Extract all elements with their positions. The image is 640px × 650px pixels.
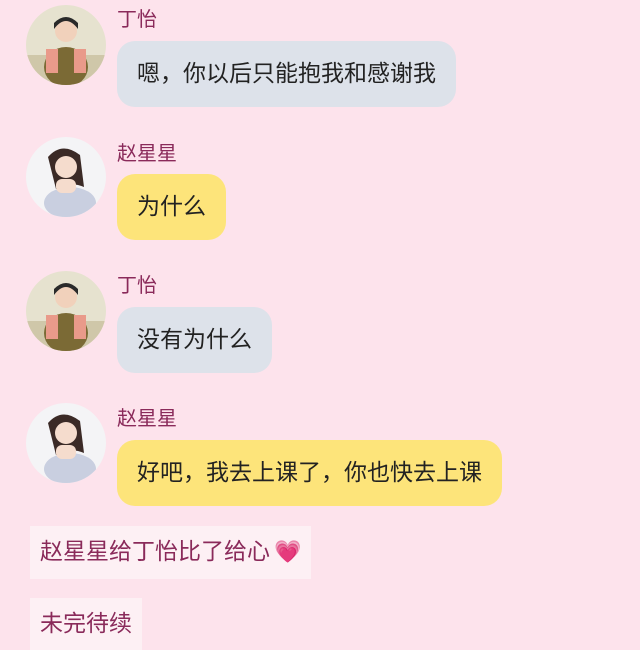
female-avatar-icon <box>26 403 106 483</box>
message-bubble[interactable]: 嗯，你以后只能抱我和感谢我 <box>117 41 456 107</box>
message-bubble[interactable]: 没有为什么 <box>117 307 272 373</box>
sender-name: 赵星星 <box>117 406 177 430</box>
avatar-zhaoxingxing[interactable] <box>26 137 106 217</box>
male-avatar-icon <box>26 271 106 351</box>
sender-name: 赵星星 <box>117 141 177 165</box>
avatar-dingyi[interactable] <box>26 271 106 351</box>
avatar-zhaoxingxing[interactable] <box>26 403 106 483</box>
message-bubble[interactable]: 为什么 <box>117 174 226 240</box>
chat-screen: { "messages": [ {"sender": "丁怡", "text":… <box>0 0 640 650</box>
female-avatar-icon <box>26 137 106 217</box>
male-avatar-icon <box>26 5 106 85</box>
message-bubble[interactable]: 好吧，我去上课了，你也快去上课 <box>117 440 502 506</box>
system-notice-continued: 未完待续 <box>30 598 142 650</box>
system-notice: 赵星星给丁怡比了给心 💗 <box>30 526 312 579</box>
avatar-dingyi[interactable] <box>26 5 106 85</box>
notice-text: 未完待续 <box>40 611 132 637</box>
notice-text: 赵星星给丁怡比了给心 <box>40 539 270 565</box>
sender-name: 丁怡 <box>117 7 157 31</box>
sender-name: 丁怡 <box>117 273 157 297</box>
heart-icon: 💗 <box>274 540 302 565</box>
